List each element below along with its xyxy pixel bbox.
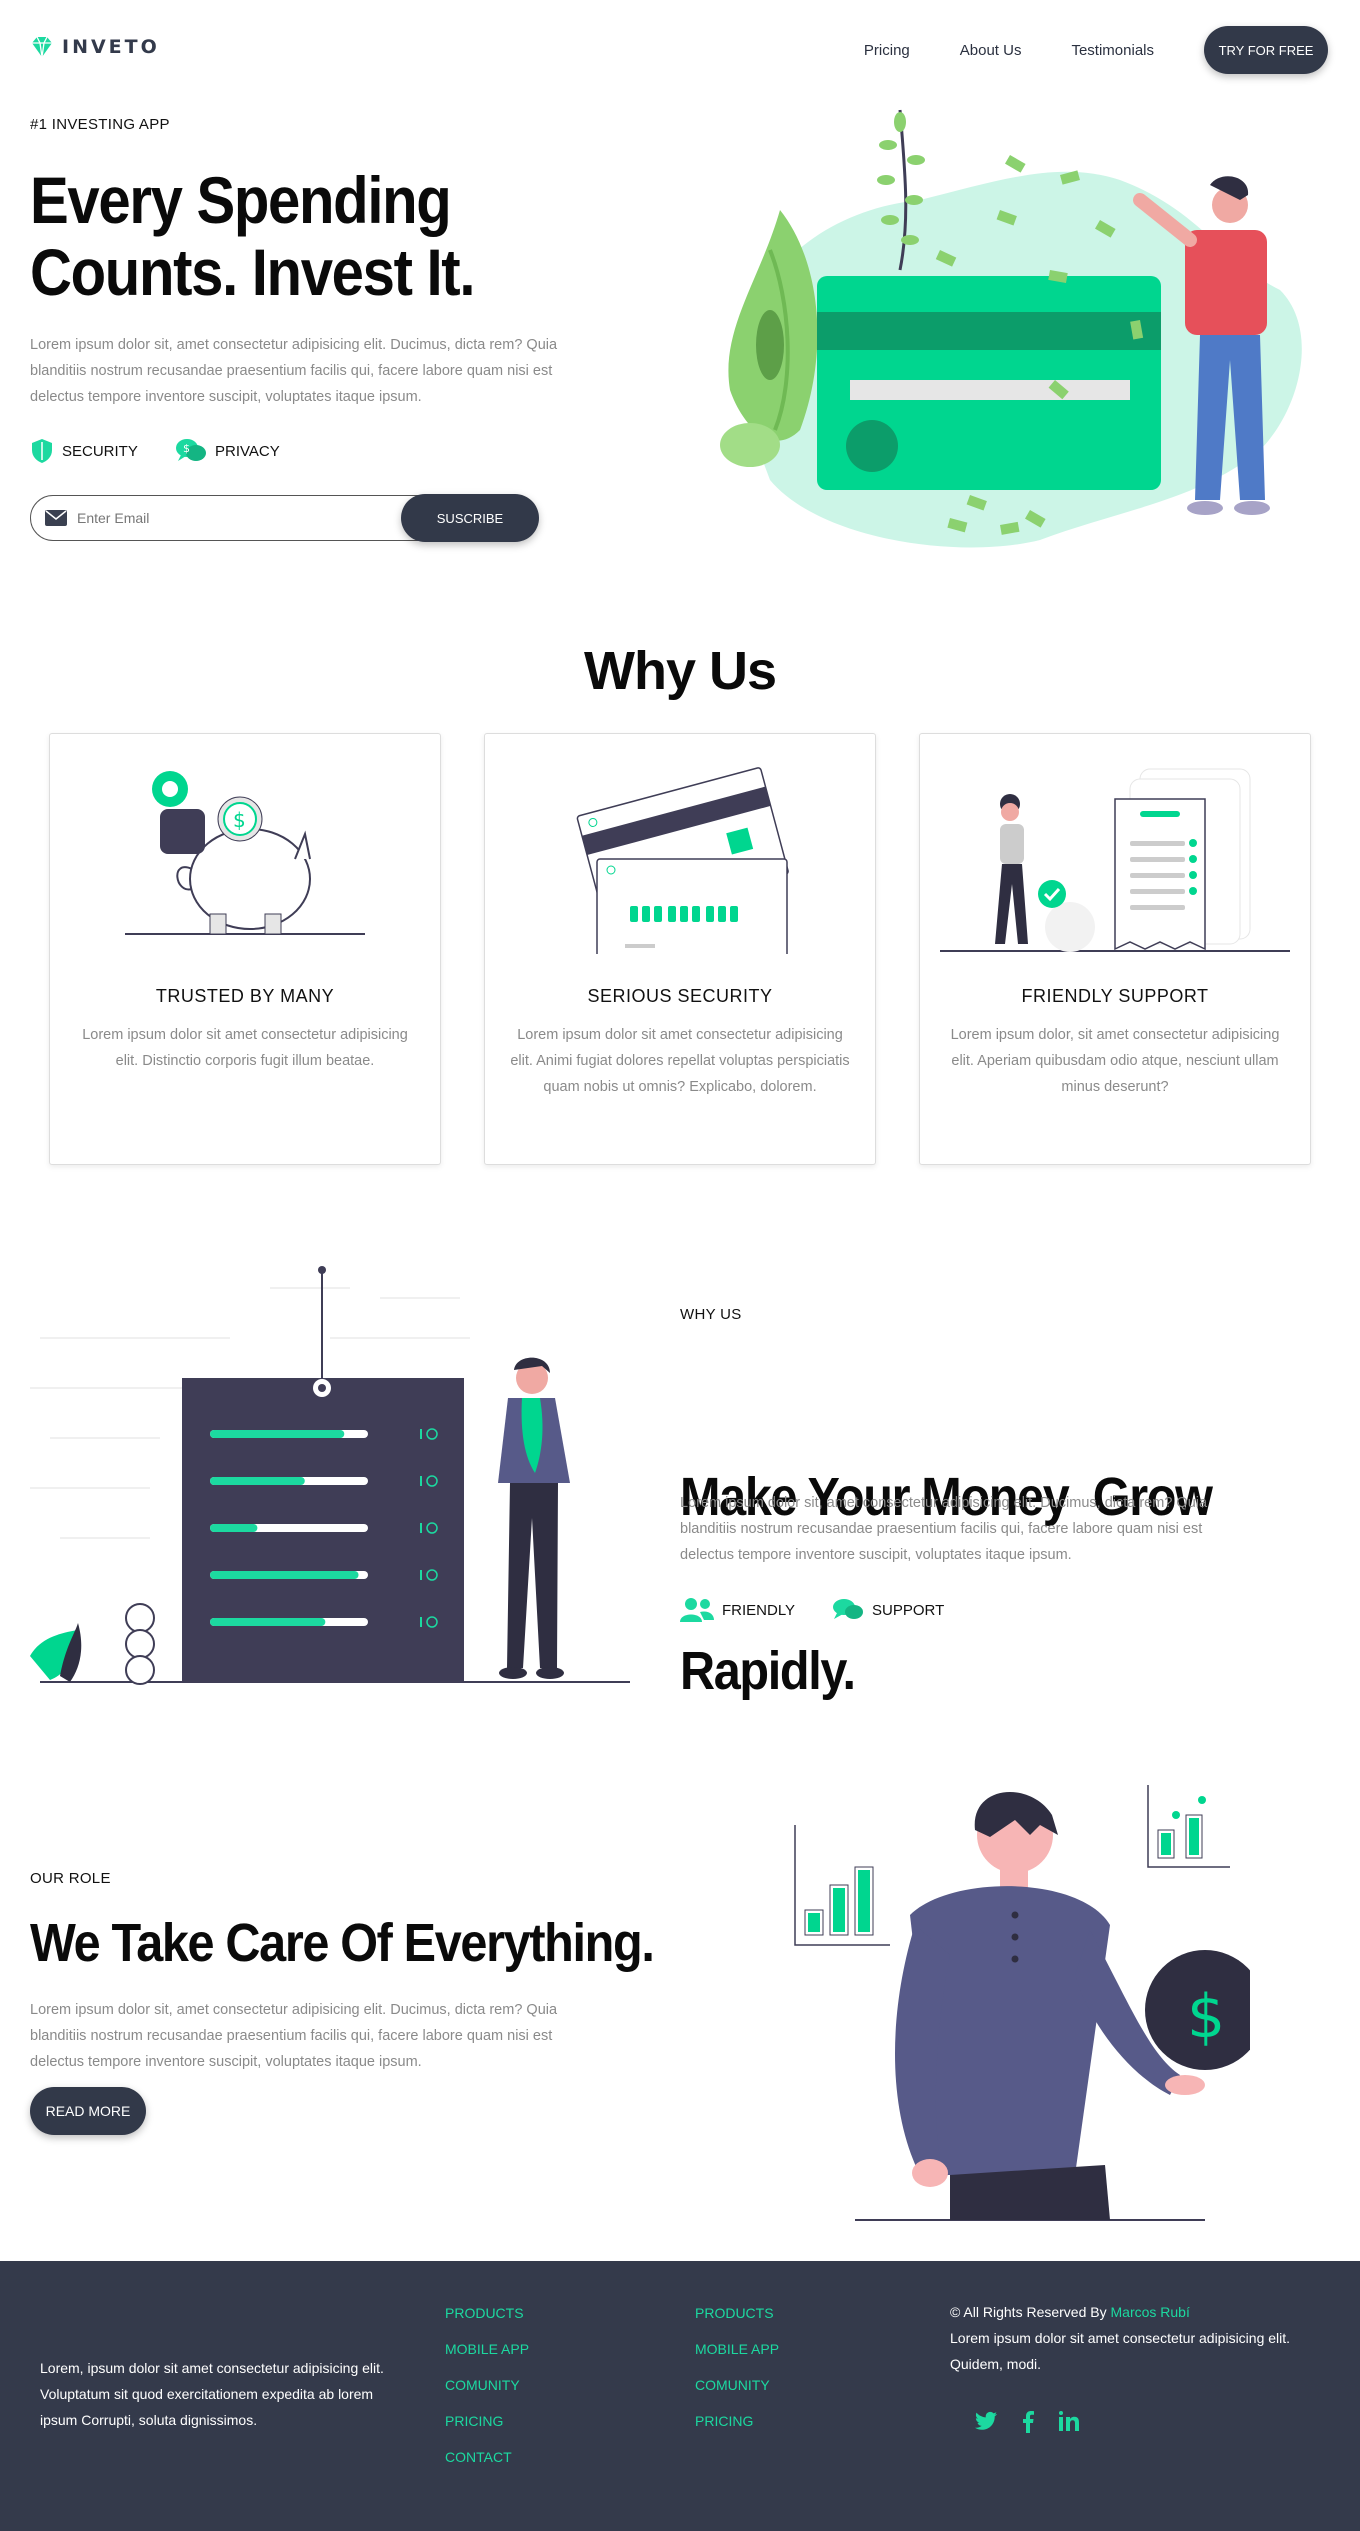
support-card: FRIENDLY SUPPORT Lorem ipsum dolor, sit … (919, 733, 1311, 1165)
svg-text:$: $ (183, 442, 190, 455)
footer-links-col1: PRODUCTS MOBILE APP COMUNITY PRICING CON… (445, 2305, 529, 2485)
footer-link-mobile-app-2[interactable]: MOBILE APP (695, 2341, 779, 2377)
support-card-text: Lorem ipsum dolor, sit amet consectetur … (950, 1027, 1280, 1095)
hero-title: Every Spending Counts. Invest It. (30, 163, 475, 309)
svg-text:$: $ (233, 808, 246, 832)
footer-link-pricing-2[interactable]: PRICING (695, 2413, 779, 2449)
grow-title-line2: Rapidly. (680, 1641, 856, 1701)
privacy-label: PRIVACY (215, 442, 280, 460)
footer-rights: © All Rights Reserved By Marcos Rubí Lor… (950, 2299, 1320, 2377)
grow-description: Lorem ipsum dolor sit, amet consectetur … (680, 1495, 1208, 1563)
footer-link-products[interactable]: PRODUCTS (445, 2305, 529, 2341)
hero-eyebrow: #1 INVESTING APP (30, 116, 170, 133)
credit-cards-icon (576, 767, 789, 954)
rights-author-link[interactable]: Marcos Rubí (1111, 2304, 1190, 2320)
money-chat-icon: $ (176, 439, 206, 461)
facebook-icon[interactable] (1021, 2411, 1035, 2433)
trusted-card: $ TRUSTED BY MANY Lorem ipsum dolor sit … (49, 733, 441, 1165)
security-label: SECURITY (62, 442, 138, 460)
care-illustration: $ (794, 1785, 1250, 2221)
nav-pricing[interactable]: Pricing (864, 42, 910, 59)
friendly-feature: FRIENDLY (680, 1598, 795, 1622)
grow-eyebrow: WHY US (680, 1306, 742, 1323)
privacy-feature: $ PRIVACY (175, 438, 280, 464)
footer-link-pricing[interactable]: PRICING (445, 2413, 529, 2449)
footer-about: Lorem, ipsum dolor sit amet consectetur … (40, 2360, 384, 2428)
role-title: We Take Care Of Everything. (30, 1913, 655, 1973)
users-icon (680, 1598, 714, 1622)
nav-about-us[interactable]: About Us (960, 42, 1022, 59)
piggy-bank-icon: $ (125, 771, 365, 935)
envelope-icon (45, 510, 67, 526)
hero-title-line2: Counts. Invest It. (30, 235, 475, 309)
linkedin-icon[interactable] (1059, 2411, 1079, 2431)
progress-fill (210, 1571, 359, 1579)
security-card-text: Lorem ipsum dolor sit amet consectetur a… (510, 1027, 850, 1095)
server-progress-illustration (30, 1266, 630, 1685)
status-tick (420, 1617, 422, 1627)
rights-text: © All Rights Reserved By (950, 2304, 1111, 2320)
read-more-button[interactable]: READ MORE (30, 2087, 146, 2135)
support-label: SUPPORT (872, 1601, 945, 1619)
site-footer: Lorem, ipsum dolor sit amet consectetur … (0, 2261, 1360, 2531)
shield-icon (32, 439, 52, 463)
progress-fill (210, 1618, 326, 1626)
footer-link-products-2[interactable]: PRODUCTS (695, 2305, 779, 2341)
progress-fill (210, 1430, 345, 1438)
security-card-title: SERIOUS SECURITY (587, 986, 773, 1006)
status-tick (420, 1570, 422, 1580)
status-tick (420, 1429, 422, 1439)
status-tick (420, 1476, 422, 1486)
hero-title-line1: Every Spending (30, 163, 452, 237)
footer-link-comunity-2[interactable]: COMUNITY (695, 2377, 779, 2413)
progress-fill (210, 1524, 258, 1532)
email-form: Enter Email SUSCRIBE (30, 494, 539, 542)
document-checklist-icon (940, 768, 1290, 952)
subscribe-button[interactable]: SUSCRIBE (401, 494, 539, 542)
support-feature: SUPPORT (832, 1598, 944, 1622)
hero-illustration (720, 109, 1302, 548)
footer-links-col2: PRODUCTS MOBILE APP COMUNITY PRICING (695, 2305, 779, 2449)
twitter-icon[interactable] (975, 2411, 997, 2431)
security-feature: SECURITY (30, 438, 138, 464)
footer-link-contact[interactable]: CONTACT (445, 2449, 529, 2485)
rights-description: Lorem ipsum dolor sit amet consectetur a… (950, 2330, 1291, 2372)
security-card: SERIOUS SECURITY Lorem ipsum dolor sit a… (484, 733, 876, 1165)
main-nav: Pricing About Us Testimonials TRY FOR FR… (864, 26, 1328, 74)
footer-link-comunity[interactable]: COMUNITY (445, 2377, 529, 2413)
nav-testimonials[interactable]: Testimonials (1071, 42, 1154, 59)
email-input[interactable]: Enter Email (77, 510, 149, 526)
support-card-title: FRIENDLY SUPPORT (1021, 986, 1209, 1006)
why-us-title: Why Us (583, 641, 777, 701)
footer-link-mobile-app[interactable]: MOBILE APP (445, 2341, 529, 2377)
try-for-free-button[interactable]: TRY FOR FREE (1204, 26, 1328, 74)
trusted-card-title: TRUSTED BY MANY (155, 986, 335, 1006)
comments-icon (833, 1599, 863, 1619)
role-description: Lorem ipsum dolor sit, amet consectetur … (30, 2002, 558, 2070)
trusted-card-text: Lorem ipsum dolor sit amet consectetur a… (82, 1027, 408, 1069)
hero-description: Lorem ipsum dolor sit, amet consectetur … (30, 337, 558, 405)
role-eyebrow: OUR ROLE (30, 1870, 111, 1887)
progress-fill (210, 1477, 305, 1485)
status-tick (420, 1523, 422, 1533)
social-links (975, 2411, 1079, 2433)
diamond-logo-icon (32, 36, 52, 58)
brand-logo[interactable]: INVETO (30, 36, 160, 58)
brand-name: INVETO (62, 36, 160, 58)
svg-text:$: $ (1187, 1982, 1225, 2052)
friendly-label: FRIENDLY (722, 1601, 796, 1619)
